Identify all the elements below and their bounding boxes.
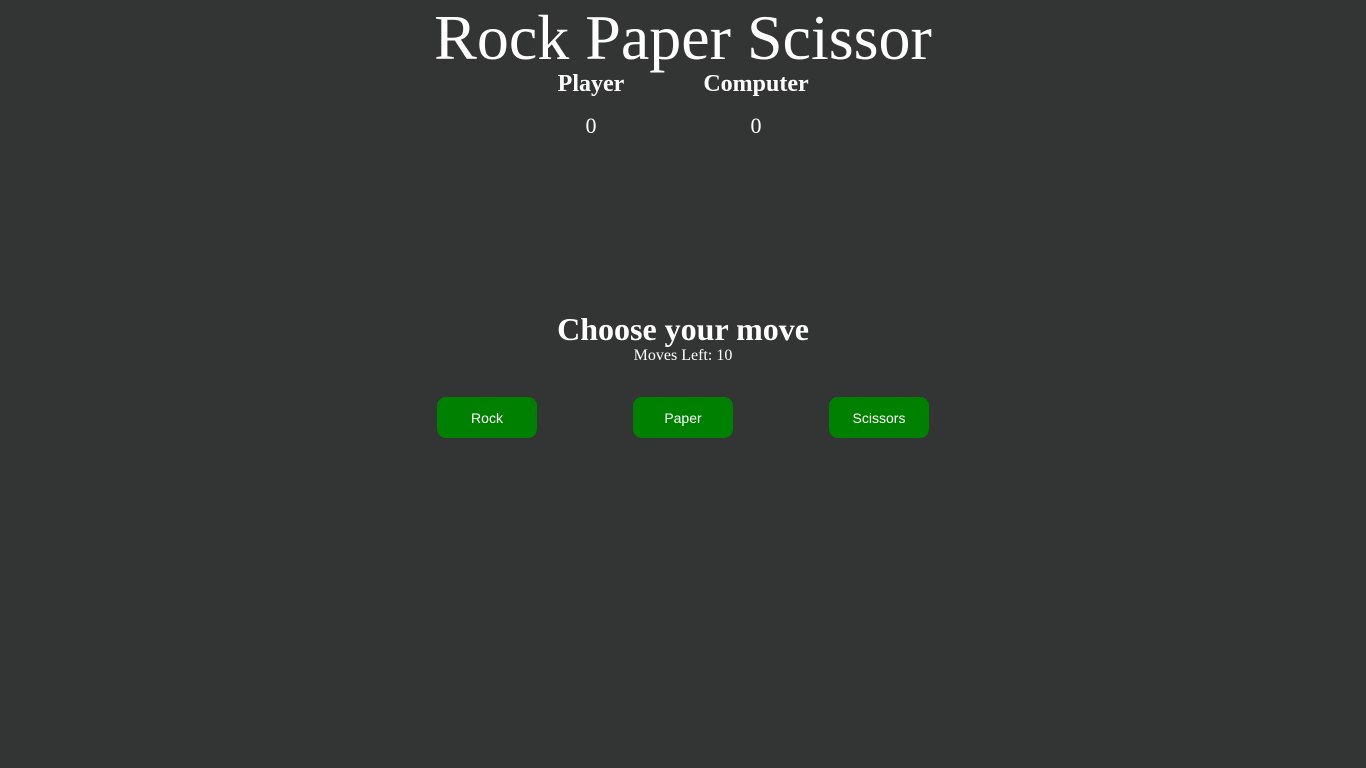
rock-button[interactable]: Rock [437, 397, 537, 438]
player-score: 0 [585, 113, 597, 138]
choose-move-heading: Choose your move [557, 311, 809, 347]
computer-score: 0 [750, 113, 762, 138]
player-label: Player [557, 71, 625, 97]
moves-left-counter: Moves Left: 10 [633, 347, 733, 364]
computer-label: Computer [703, 71, 809, 97]
paper-button[interactable]: Paper [633, 397, 733, 438]
scissors-button[interactable]: Scissors [829, 397, 929, 438]
game-page: Rock Paper Scissor Player Computer 0 0 C… [0, 0, 1366, 768]
page-title: Rock Paper Scissor [434, 2, 932, 73]
